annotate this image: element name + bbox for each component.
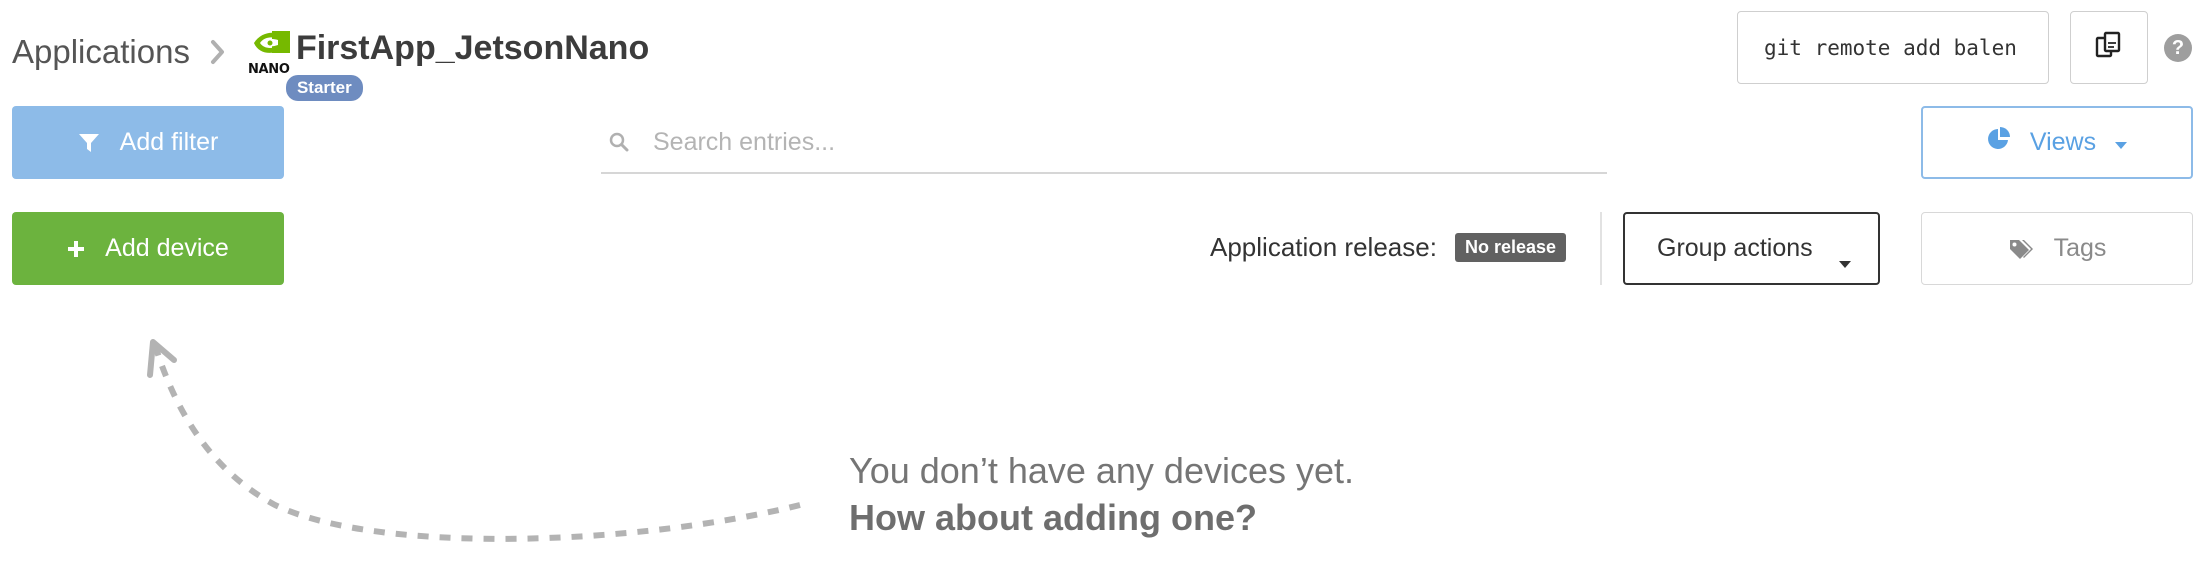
empty-state-prompt: How about adding one? xyxy=(849,497,1257,538)
empty-state-message: You don’t have any devices yet. xyxy=(849,450,1355,491)
